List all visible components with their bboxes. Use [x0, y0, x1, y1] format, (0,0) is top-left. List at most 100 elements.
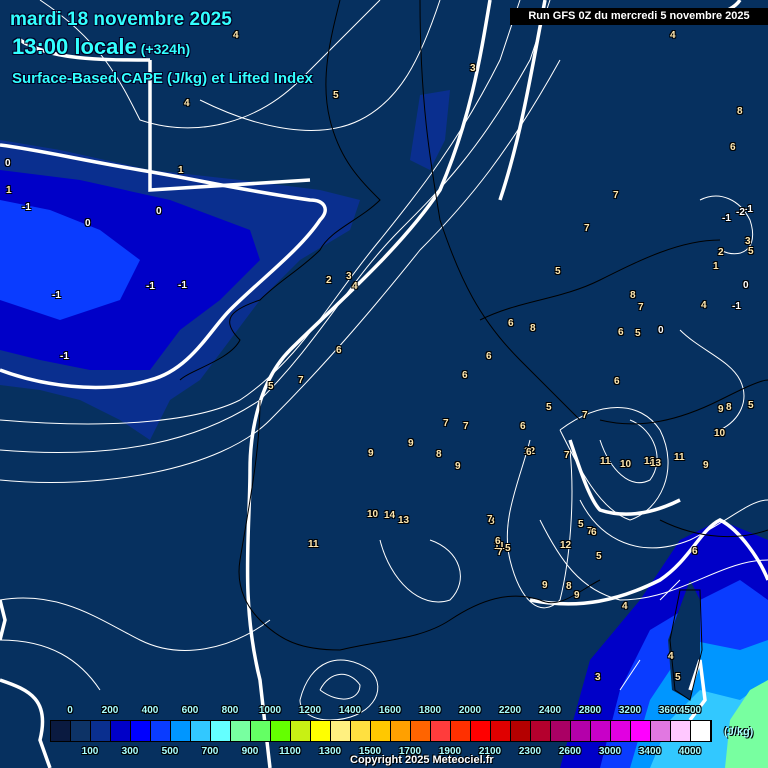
- lifted-index-label: 10: [714, 428, 726, 439]
- lifted-index-label: 5: [635, 328, 641, 339]
- lifted-index-label: 4: [701, 300, 707, 311]
- scale-tick-top: 1800: [418, 705, 442, 716]
- color-swatch: [311, 721, 331, 741]
- lifted-index-label: 9: [542, 580, 548, 591]
- lifted-index-label: 2: [326, 275, 332, 286]
- lifted-index-label: 6: [591, 527, 597, 538]
- lifted-index-label: 9: [368, 448, 374, 459]
- lifted-index-label: 6: [462, 370, 468, 381]
- scale-tick-top: 0: [67, 705, 73, 716]
- scale-tick-top: 1200: [298, 705, 322, 716]
- lifted-index-label: 5: [268, 381, 274, 392]
- lifted-index-label: 4: [622, 601, 628, 612]
- lifted-index-label: -1: [744, 204, 753, 215]
- scale-tick-bottom: 100: [81, 746, 99, 757]
- lifted-index-label: 7: [443, 418, 449, 429]
- scale-tick-top: 400: [141, 705, 159, 716]
- color-swatch: [51, 721, 71, 741]
- color-swatch: [691, 721, 711, 741]
- color-swatch: [151, 721, 171, 741]
- lifted-index-label: 5: [596, 551, 602, 562]
- lifted-index-label: 4: [352, 281, 358, 292]
- forecast-date: mardi 18 novembre 2025: [10, 9, 232, 30]
- color-swatch: [231, 721, 251, 741]
- lifted-index-label: -1: [732, 301, 741, 312]
- lifted-index-label: 6: [486, 351, 492, 362]
- forecast-lead-time: (+324h): [140, 41, 191, 57]
- lifted-index-label: -1: [60, 351, 69, 362]
- color-swatch: [511, 721, 531, 741]
- lifted-index-label: 5: [555, 266, 561, 277]
- scale-tick-bottom: 2300: [518, 746, 542, 757]
- lifted-index-label: 7: [638, 302, 644, 313]
- color-swatch: [331, 721, 351, 741]
- scale-tick-bottom: 3000: [598, 746, 622, 757]
- lifted-index-label: 6: [495, 536, 501, 547]
- lifted-index-label: 7: [582, 410, 588, 421]
- color-swatch: [191, 721, 211, 741]
- lifted-index-label: 13: [650, 458, 662, 469]
- color-swatch: [391, 721, 411, 741]
- lifted-index-label: 5: [333, 90, 339, 101]
- lifted-index-label: 6: [520, 421, 526, 432]
- scale-tick-top: 1600: [378, 705, 402, 716]
- weather-map: mardi 18 novembre 2025 13:00 locale (+324…: [0, 0, 768, 768]
- scale-tick-bottom: 3400: [638, 746, 662, 757]
- lifted-index-label: 3: [346, 271, 352, 282]
- color-swatch: [111, 721, 131, 741]
- lifted-index-label: 8: [530, 323, 536, 334]
- lifted-index-label: 8: [630, 290, 636, 301]
- lifted-index-label: 13: [398, 515, 410, 526]
- color-swatch: [591, 721, 611, 741]
- lifted-index-label: 4: [184, 98, 190, 109]
- lifted-index-label: 0: [85, 218, 91, 229]
- color-swatch: [71, 721, 91, 741]
- scale-tick-top: 800: [221, 705, 239, 716]
- lifted-index-label: 2: [718, 247, 724, 258]
- lifted-index-label: 6: [508, 318, 514, 329]
- scale-tick-top: 3600: [658, 705, 682, 716]
- color-swatch: [91, 721, 111, 741]
- lifted-index-label: 6: [618, 327, 624, 338]
- lifted-index-label: 8: [566, 581, 572, 592]
- lifted-index-label: 10: [620, 459, 632, 470]
- lifted-index-label: 4: [668, 651, 674, 662]
- color-swatch: [451, 721, 471, 741]
- lifted-index-label: 7: [487, 514, 493, 525]
- color-scale: [50, 720, 712, 742]
- scale-tick-bottom: 900: [241, 746, 259, 757]
- color-swatch: [431, 721, 451, 741]
- lifted-index-label: -1: [146, 281, 155, 292]
- color-swatch: [371, 721, 391, 741]
- lifted-index-label: 8: [436, 449, 442, 460]
- lifted-index-label: 3: [595, 672, 601, 683]
- color-swatch: [271, 721, 291, 741]
- scale-tick-top: 200: [101, 705, 119, 716]
- scale-tick-bottom: 2600: [558, 746, 582, 757]
- scale-tick-top: 2200: [498, 705, 522, 716]
- scale-tick-top: 600: [181, 705, 199, 716]
- scale-tick-top: 2800: [578, 705, 602, 716]
- lifted-index-label: 0: [743, 280, 749, 291]
- scale-tick-bottom: 1300: [318, 746, 342, 757]
- scale-tick-bottom: 500: [161, 746, 179, 757]
- color-swatch: [251, 721, 271, 741]
- lifted-index-label: 5: [748, 246, 754, 257]
- lifted-index-label: 9: [718, 404, 724, 415]
- lifted-index-label: 11: [674, 452, 685, 463]
- parameter-title: Surface-Based CAPE (J/kg) et Lifted Inde…: [12, 70, 313, 87]
- lifted-index-label: 6: [526, 447, 532, 458]
- lifted-index-label: 5: [546, 402, 552, 413]
- lifted-index-label: 0: [5, 158, 11, 169]
- lifted-index-label: 5: [748, 400, 754, 411]
- scale-tick-bottom: 700: [201, 746, 219, 757]
- copyright: Copyright 2025 Meteociel.fr: [350, 754, 494, 766]
- lifted-index-label: 7: [463, 421, 469, 432]
- forecast-time-value: 13:00 locale: [12, 34, 137, 59]
- color-swatch: [411, 721, 431, 741]
- color-swatch: [211, 721, 231, 741]
- lifted-index-label: 3: [470, 63, 476, 74]
- scale-tick-top: 3200: [618, 705, 642, 716]
- lifted-index-label: -1: [52, 290, 61, 301]
- lifted-index-label: 8: [726, 402, 732, 413]
